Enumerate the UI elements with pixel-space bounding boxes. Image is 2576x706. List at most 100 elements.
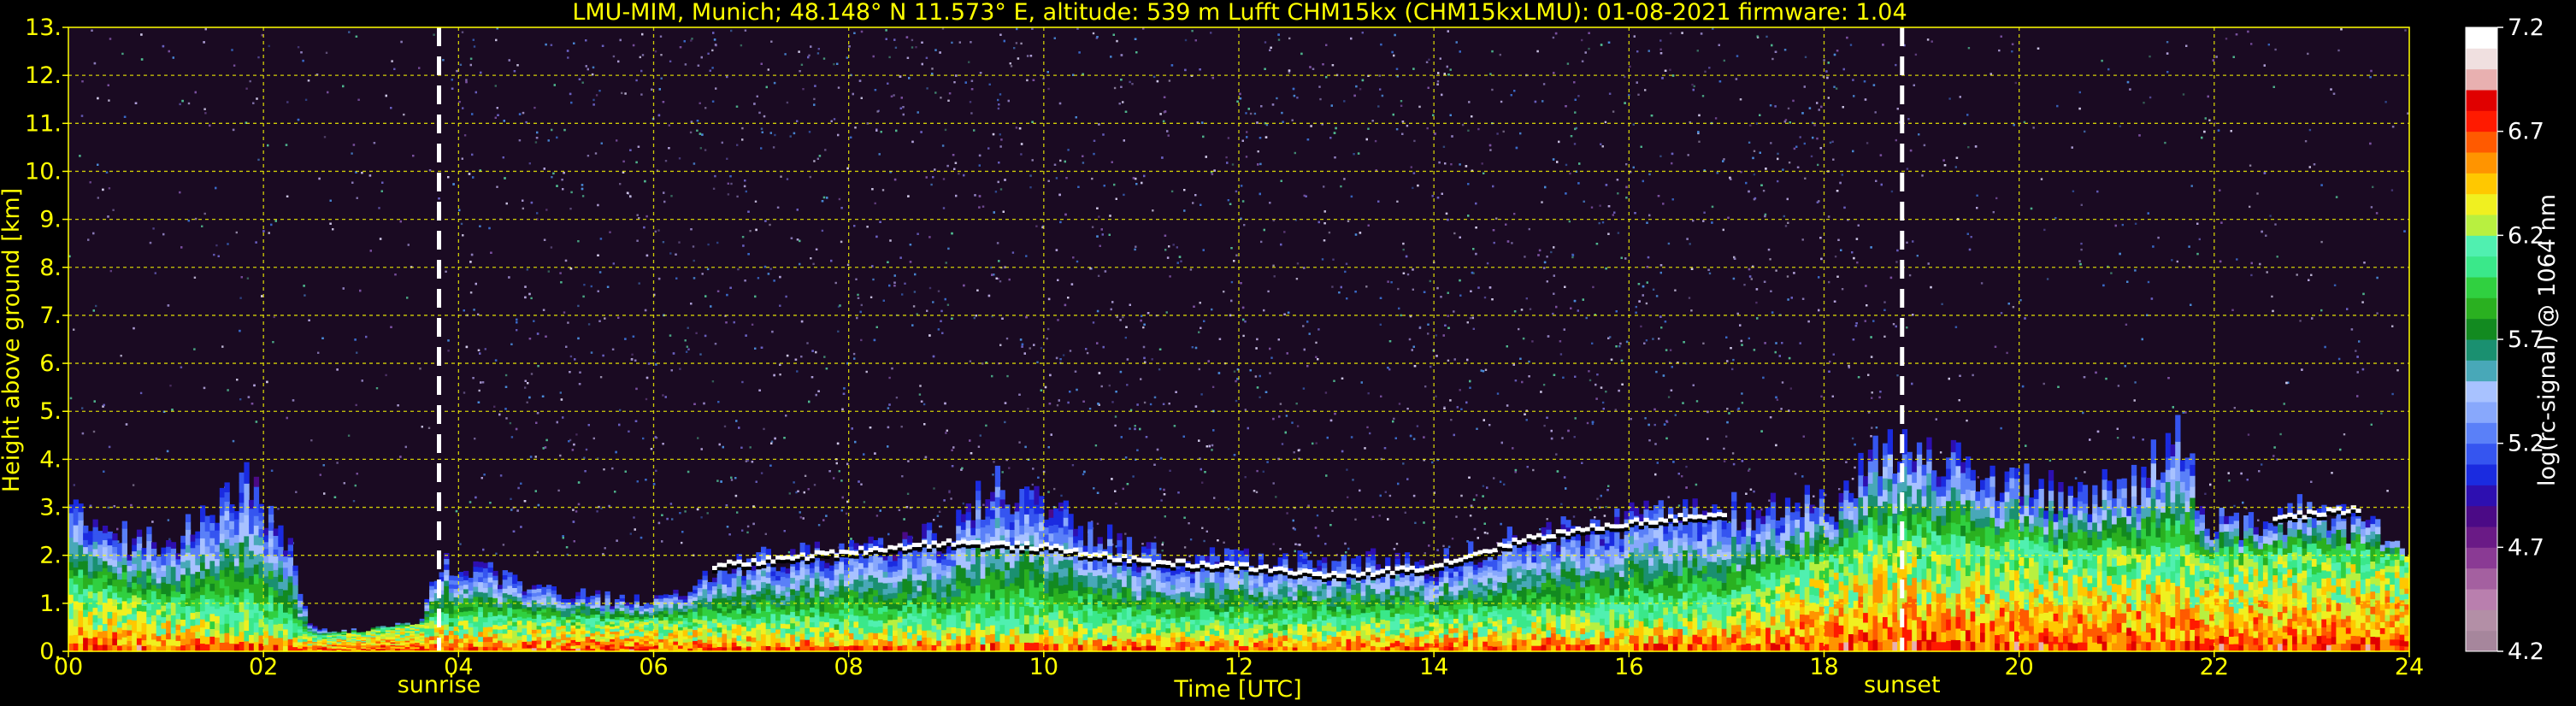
noise-speckle	[592, 437, 595, 440]
noise-speckle	[629, 532, 632, 535]
noise-speckle	[567, 321, 569, 324]
noise-speckle	[2164, 141, 2166, 144]
noise-speckle	[1832, 158, 1835, 161]
noise-speckle	[95, 304, 97, 308]
noise-speckle	[723, 425, 727, 428]
noise-speckle	[704, 334, 707, 338]
noise-speckle	[1992, 211, 1995, 214]
noise-speckle	[1659, 39, 1662, 42]
noise-speckle	[934, 49, 937, 51]
noise-speckle	[944, 128, 947, 132]
noise-speckle	[1279, 403, 1282, 405]
noise-speckle	[1180, 260, 1182, 262]
noise-speckle	[711, 380, 715, 383]
noise-speckle	[946, 303, 950, 306]
noise-speckle	[730, 182, 733, 185]
noise-speckle	[257, 56, 260, 59]
noise-speckle	[596, 510, 598, 513]
noise-speckle	[2370, 423, 2373, 426]
noise-speckle	[2149, 55, 2151, 58]
noise-speckle	[1435, 395, 1437, 397]
noise-speckle	[1088, 408, 1092, 410]
noise-speckle	[1948, 97, 1951, 100]
noise-speckle	[834, 281, 837, 285]
noise-speckle	[951, 41, 953, 44]
noise-speckle	[760, 147, 763, 150]
noise-speckle	[804, 474, 807, 477]
noise-speckle	[1781, 381, 1784, 384]
noise-speckle	[1149, 403, 1152, 406]
noise-speckle	[603, 468, 605, 471]
noise-speckle	[2320, 240, 2323, 244]
noise-speckle	[530, 373, 533, 375]
noise-speckle	[744, 279, 746, 282]
noise-speckle	[1879, 154, 1883, 156]
noise-speckle	[1288, 37, 1291, 40]
noise-speckle	[1743, 284, 1746, 286]
noise-speckle	[1790, 297, 1793, 299]
noise-speckle	[2276, 256, 2278, 258]
noise-speckle	[1236, 100, 1239, 103]
noise-speckle	[968, 61, 970, 63]
noise-speckle	[2390, 189, 2394, 191]
noise-speckle	[2271, 295, 2273, 298]
noise-speckle	[1489, 149, 1492, 151]
noise-speckle	[695, 332, 698, 334]
noise-speckle	[1015, 126, 1018, 129]
noise-speckle	[1607, 232, 1610, 235]
noise-speckle	[590, 285, 592, 288]
noise-speckle	[948, 491, 951, 494]
noise-speckle	[609, 231, 611, 233]
noise-speckle	[1568, 220, 1571, 223]
noise-speckle	[911, 46, 914, 49]
noise-speckle	[612, 262, 615, 265]
noise-speckle	[799, 516, 802, 519]
noise-speckle	[1813, 124, 1816, 126]
noise-speckle	[611, 467, 614, 470]
noise-speckle	[664, 160, 668, 162]
noise-speckle	[928, 286, 932, 290]
noise-speckle	[1442, 145, 1446, 148]
noise-speckle	[1561, 437, 1564, 439]
noise-speckle	[1731, 452, 1735, 455]
noise-speckle	[932, 301, 934, 303]
noise-speckle	[1519, 132, 1522, 135]
noise-speckle	[669, 60, 672, 62]
noise-speckle	[2391, 392, 2394, 396]
noise-speckle	[109, 269, 112, 273]
noise-speckle	[575, 510, 578, 513]
noise-speckle	[1257, 150, 1259, 153]
noise-speckle	[1750, 278, 1753, 280]
noise-speckle	[2025, 444, 2027, 447]
noise-speckle	[1698, 140, 1701, 143]
noise-speckle	[1076, 260, 1079, 263]
noise-speckle	[1749, 124, 1752, 126]
noise-speckle	[931, 68, 934, 70]
noise-speckle	[697, 437, 699, 439]
noise-speckle	[1573, 143, 1577, 145]
noise-speckle	[926, 87, 928, 90]
noise-speckle	[1565, 163, 1568, 167]
noise-speckle	[1591, 342, 1594, 344]
noise-speckle	[760, 472, 763, 474]
noise-speckle	[1451, 538, 1454, 540]
noise-speckle	[1113, 86, 1117, 90]
noise-speckle	[1777, 152, 1779, 156]
noise-speckle	[112, 209, 115, 211]
noise-speckle	[997, 107, 1000, 110]
noise-speckle	[741, 529, 744, 532]
noise-speckle	[1770, 142, 1772, 144]
noise-speckle	[2084, 130, 2086, 133]
noise-speckle	[1768, 499, 1771, 502]
noise-speckle	[1995, 197, 1998, 200]
noise-speckle	[1164, 110, 1167, 113]
noise-speckle	[2121, 223, 2124, 227]
noise-speckle	[1906, 327, 1908, 329]
noise-speckle	[2304, 140, 2308, 143]
noise-speckle	[730, 29, 733, 32]
noise-speckle	[662, 241, 665, 244]
noise-speckle	[1511, 242, 1513, 244]
noise-speckle	[1645, 302, 1648, 305]
noise-speckle	[1402, 462, 1405, 465]
noise-speckle	[587, 155, 590, 157]
